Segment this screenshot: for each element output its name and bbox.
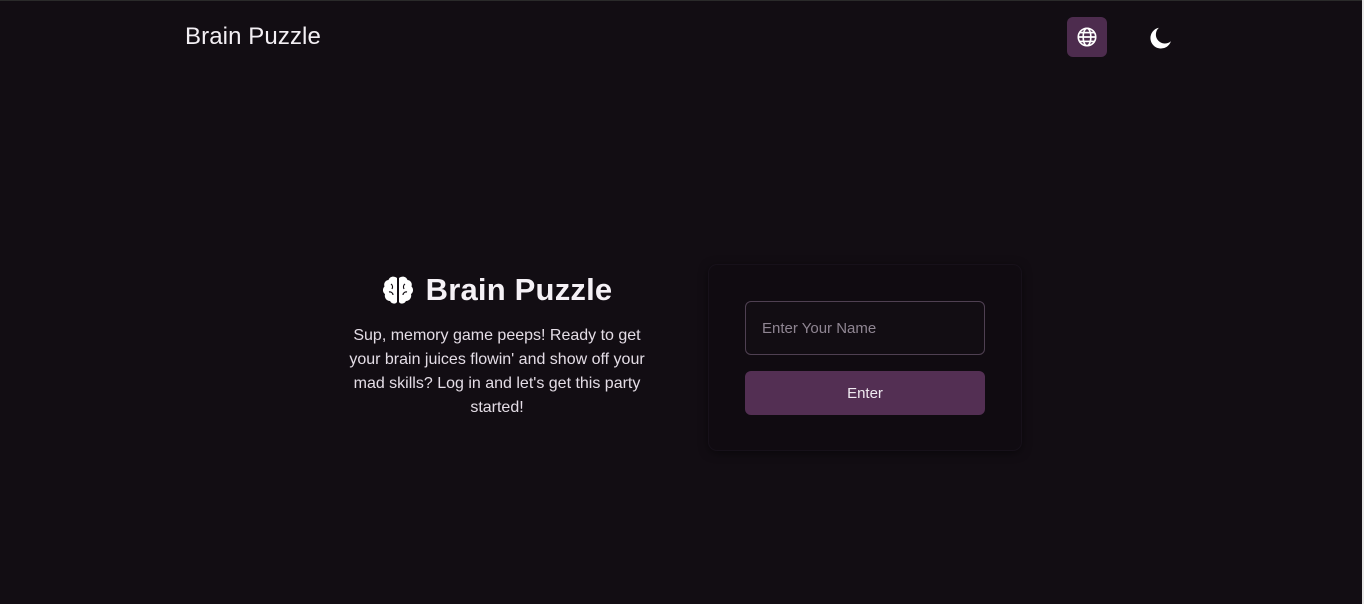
intro-section: Brain Puzzle Sup, memory game peeps! Rea…: [340, 270, 654, 436]
intro-description: Sup, memory game peeps! Ready to get you…: [349, 327, 645, 416]
moon-icon: [1150, 27, 1171, 49]
theme-toggle-button[interactable]: [1143, 20, 1179, 56]
page-frame: [0, 0, 1362, 604]
language-button[interactable]: [1067, 17, 1107, 57]
intro-title: Brain Puzzle: [425, 272, 613, 307]
enter-button[interactable]: Enter: [745, 371, 985, 415]
brand-title[interactable]: Brain Puzzle: [185, 22, 321, 52]
globe-icon: [1077, 27, 1097, 47]
intro-heading: Brain Puzzle: [340, 270, 654, 310]
name-input[interactable]: [745, 301, 985, 355]
brain-icon: [382, 276, 413, 304]
login-card: Enter: [709, 265, 1021, 450]
